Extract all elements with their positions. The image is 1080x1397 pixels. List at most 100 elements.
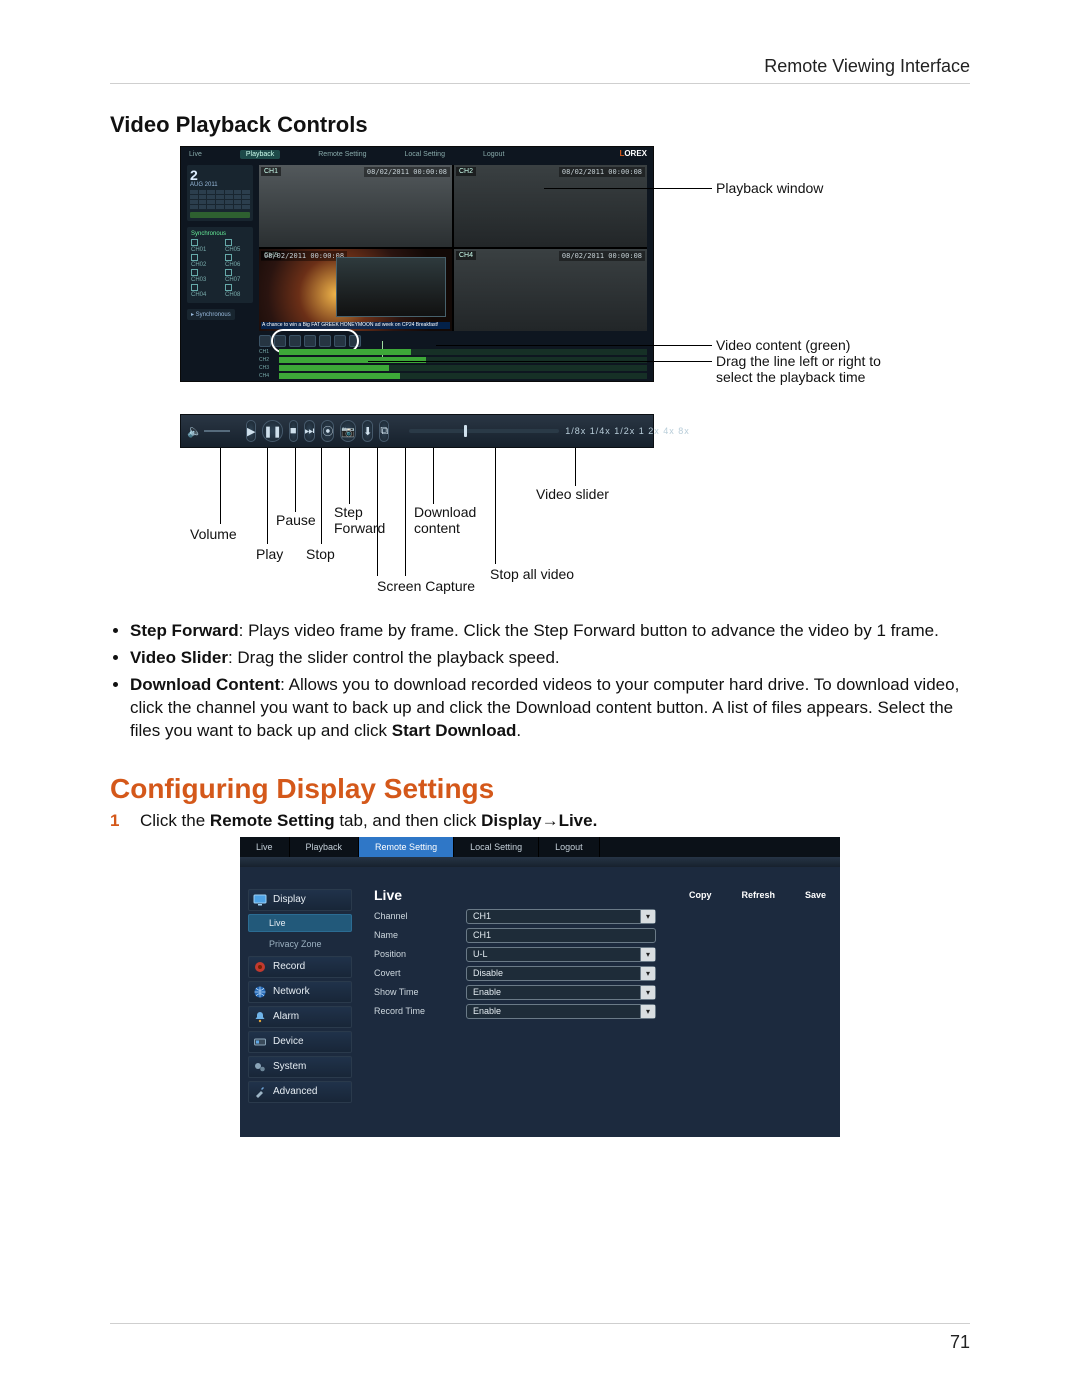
screen-capture-icon[interactable]: ⦿ (321, 420, 334, 442)
bullet-video-slider: Video Slider: Drag the slider control th… (130, 647, 970, 670)
app-left-panel: 2 AUG 2011 Synchronous CH01CH05 CH02CH06… (187, 165, 253, 375)
sync-button[interactable]: ▸ Synchronous (187, 309, 235, 320)
field-dropdown[interactable]: CH1▾ (466, 909, 656, 924)
sidebar-item-privacy[interactable]: Privacy Zone (248, 935, 352, 953)
camera-icon[interactable]: 📷 (340, 420, 356, 442)
sidebar-item-advanced[interactable]: Advanced (248, 1081, 352, 1103)
field-value: Enable (473, 987, 501, 997)
monitor-icon (253, 893, 267, 907)
video-cell[interactable]: CH4 08/02/2011 00:00:08 (454, 249, 647, 331)
save-button[interactable]: Save (805, 890, 826, 900)
mini-btn[interactable] (304, 335, 316, 347)
sidebar-item-live[interactable]: Live (248, 914, 352, 932)
tab-logout[interactable]: Logout (539, 837, 600, 857)
brand-logo: LOREX (619, 149, 647, 158)
channel-checkbox[interactable]: CH08 (225, 284, 249, 298)
sidebar-item-display[interactable]: Display (248, 889, 352, 911)
mini-btn[interactable] (259, 335, 271, 347)
field-label: Covert (374, 968, 454, 978)
chevron-down-icon: ▾ (640, 1005, 655, 1018)
app-tab[interactable]: Logout (483, 151, 504, 158)
app-tab[interactable]: Live (189, 151, 202, 158)
globe-icon (253, 985, 267, 999)
stop-icon[interactable]: ■ (289, 420, 298, 442)
label-video-content: Video content (green) (716, 337, 850, 353)
channel-list: Synchronous CH01CH05 CH02CH06 CH03CH07 C… (187, 227, 253, 303)
video-cell[interactable]: CH2 08/02/2011 00:00:08 (454, 165, 647, 247)
app-tab[interactable]: Local Setting (405, 151, 445, 158)
calendar-selection (190, 212, 250, 218)
channel-checkbox[interactable]: CH03 (191, 269, 215, 283)
download-icon[interactable]: ⬇ (362, 420, 373, 442)
sidebar-item-alarm[interactable]: Alarm (248, 1006, 352, 1028)
channel-checkbox[interactable]: CH06 (225, 254, 249, 268)
record-icon (253, 960, 267, 974)
copy-button[interactable]: Copy (689, 890, 712, 900)
speed-slider[interactable]: 1/8x 1/4x 1/2x 1 2x 4x 8x (409, 426, 690, 436)
app-tab[interactable]: Remote Setting (318, 151, 366, 158)
calendar-month: AUG 2011 (190, 182, 250, 188)
label-playback-window: Playback window (716, 180, 823, 196)
gears-icon (253, 1060, 267, 1074)
calendar-day: 2 (190, 168, 250, 182)
section-title: Configuring Display Settings (110, 773, 970, 805)
settings-panel: Live Copy Refresh Save ChannelCH1▾NameCH… (360, 883, 840, 1137)
app-tab-active[interactable]: Playback (240, 150, 280, 159)
label-play: Play (256, 546, 283, 562)
mini-toolbar (259, 335, 647, 347)
field-dropdown[interactable]: Enable▾ (466, 1004, 656, 1019)
subsection-title: Video Playback Controls (110, 112, 970, 138)
timeline-track[interactable]: CH4 (259, 373, 647, 379)
field-dropdown[interactable]: U-L▾ (466, 947, 656, 962)
label-video-slider: Video slider (536, 486, 609, 502)
timeline-track[interactable]: CH2 (259, 357, 647, 363)
play-icon[interactable]: ▶ (246, 420, 256, 442)
sidebar-item-label: Privacy Zone (269, 939, 322, 949)
channel-checkbox[interactable]: CH02 (191, 254, 215, 268)
field-value: Disable (473, 968, 503, 978)
mini-btn[interactable] (319, 335, 331, 347)
sidebar-item-record[interactable]: Record (248, 956, 352, 978)
tab-local-setting[interactable]: Local Setting (454, 837, 539, 857)
tab-remote-setting[interactable]: Remote Setting (359, 837, 454, 857)
mini-btn[interactable] (289, 335, 301, 347)
field-input[interactable]: CH1 (466, 928, 656, 943)
mini-btn[interactable] (334, 335, 346, 347)
video-cell[interactable]: CH1 08/02/2011 00:00:08 (259, 165, 452, 247)
channel-checkbox[interactable]: CH01 (191, 239, 215, 253)
slider-labels: 1/8x 1/4x 1/2x 1 2x 4x 8x (565, 426, 690, 436)
channel-checkbox[interactable]: CH07 (225, 269, 249, 283)
remote-setting-app: Live Playback Remote Setting Local Setti… (240, 837, 840, 1137)
timeline-track[interactable]: CH3 (259, 365, 647, 371)
mini-btn[interactable] (349, 335, 361, 347)
calendar[interactable]: 2 AUG 2011 (187, 165, 253, 221)
mini-btn[interactable] (274, 335, 286, 347)
settings-row: ChannelCH1▾ (374, 909, 826, 924)
sidebar-item-label: Device (273, 1036, 304, 1047)
channel-checkbox[interactable]: CH05 (225, 239, 249, 253)
volume-control[interactable]: 🔈 (187, 424, 230, 438)
sidebar-item-device[interactable]: Device (248, 1031, 352, 1053)
pause-icon[interactable]: ❚❚ (262, 420, 282, 442)
track-label: CH4 (259, 373, 277, 379)
field-dropdown[interactable]: Disable▾ (466, 966, 656, 981)
field-label: Record Time (374, 1006, 454, 1016)
refresh-button[interactable]: Refresh (741, 890, 775, 900)
label-stop: Stop (306, 546, 335, 562)
video-cell[interactable]: CH3 08/02/2011 00:00:08 A chance to win … (259, 249, 452, 331)
sidebar-item-network[interactable]: Network (248, 981, 352, 1003)
track-label: CH2 (259, 357, 277, 363)
slider-track[interactable] (409, 429, 559, 433)
timestamp: 08/02/2011 00:00:08 (559, 251, 645, 261)
promo-text: A chance to win a Big FAT GREEK HONEYMOO… (261, 322, 450, 329)
stop-all-icon[interactable]: ⧉ (379, 420, 389, 442)
step-forward-icon[interactable]: ⏭ (304, 420, 316, 442)
field-dropdown[interactable]: Enable▾ (466, 985, 656, 1000)
sidebar-item-system[interactable]: System (248, 1056, 352, 1078)
tab-playback[interactable]: Playback (290, 837, 360, 857)
field-label: Position (374, 949, 454, 959)
tab-live[interactable]: Live (240, 837, 290, 857)
channel-checkbox[interactable]: CH04 (191, 284, 215, 298)
timeline-track[interactable]: CH1 (259, 349, 647, 355)
panel-title: Live (374, 887, 402, 903)
